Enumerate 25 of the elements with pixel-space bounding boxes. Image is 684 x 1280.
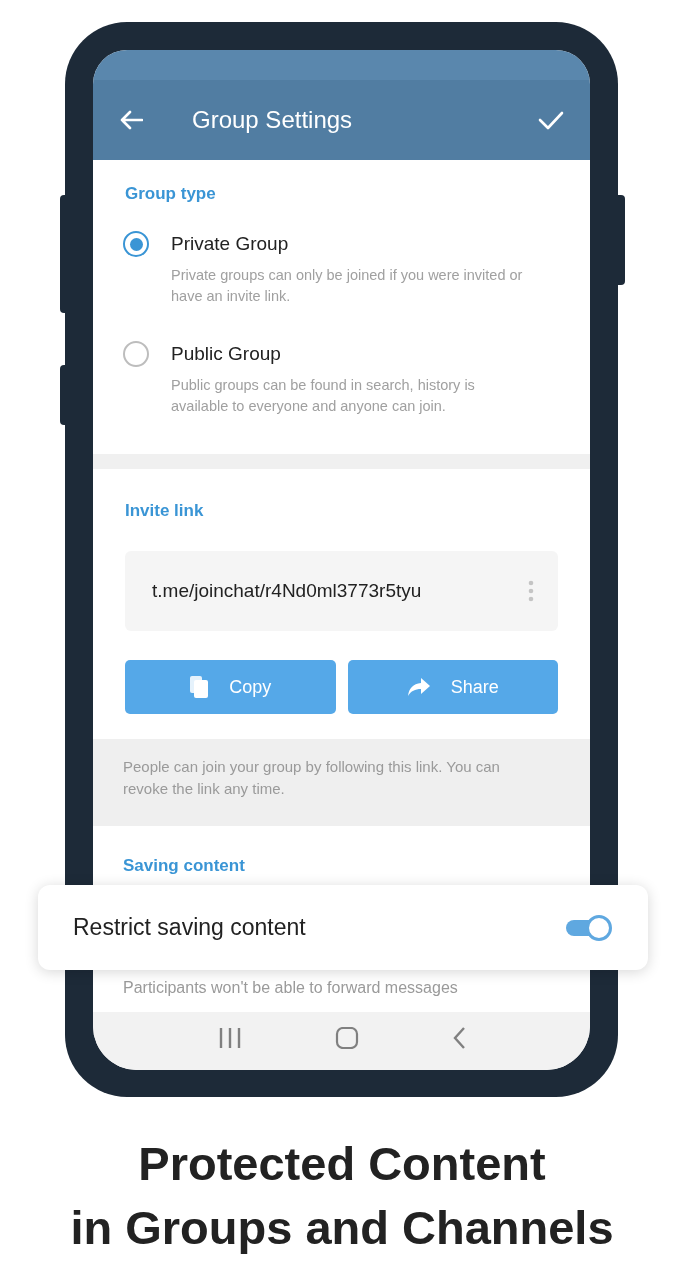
radio-button[interactable] [123, 231, 149, 257]
checkmark-icon[interactable] [538, 110, 564, 130]
copy-button[interactable]: Copy [125, 660, 336, 714]
option-title: Public Group [171, 342, 282, 366]
headline: Protected Content in Groups and Channels [69, 1136, 615, 1256]
copy-icon [189, 675, 210, 699]
section-heading: Invite link [125, 500, 205, 522]
setting-description: Participants won't be able to forward messages [123, 978, 458, 998]
recent-apps-icon[interactable] [217, 1027, 242, 1049]
setting-label: Restrict saving content [73, 913, 307, 943]
home-icon[interactable] [334, 1027, 359, 1049]
back-icon[interactable] [451, 1027, 466, 1049]
option-title: Private Group [171, 232, 290, 256]
back-arrow-icon[interactable] [119, 110, 143, 130]
toggle-switch[interactable] [564, 914, 612, 941]
section-heading: Group type [124, 183, 217, 205]
header-title: Group Settings [192, 105, 354, 135]
option-description: Private groups can only be joined if you were invited or have an invite link. [171, 266, 524, 306]
option-description: Public groups can be found in search, history is available to everyone and anyone can join. [171, 376, 476, 416]
share-button[interactable]: Share [347, 660, 558, 714]
share-arrow-icon [406, 677, 431, 697]
invite-link-note: People can join your group by following this link. You can revoke the link any time. [123, 757, 501, 799]
invite-link-field[interactable]: t.me/joinchat/r4Nd0ml3773r5tyu [125, 551, 558, 631]
radio-button[interactable] [123, 341, 149, 367]
section-heading: Saving content [123, 855, 246, 877]
